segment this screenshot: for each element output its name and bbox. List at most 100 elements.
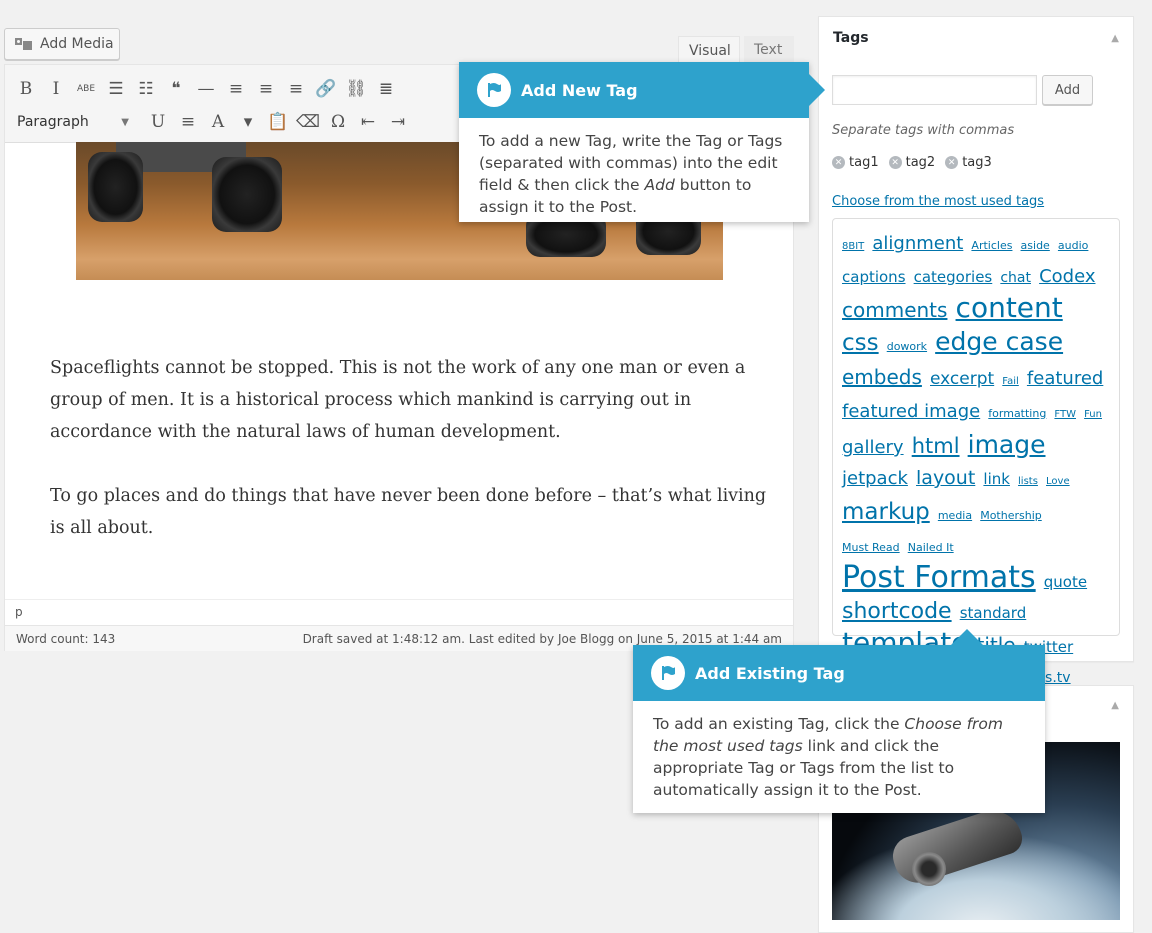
- clear-formatting-button[interactable]: ⌫: [293, 109, 323, 135]
- tag-chip: ✕ tag1: [832, 155, 879, 170]
- tab-text[interactable]: Text: [744, 36, 794, 64]
- tag-cloud-link[interactable]: comments: [842, 298, 947, 322]
- collapse-toggle-icon[interactable]: ▲: [1111, 700, 1119, 711]
- tag-cloud-link[interactable]: Fail: [1002, 376, 1019, 387]
- tag-cloud-link[interactable]: quote: [1044, 573, 1087, 591]
- remove-tag-icon[interactable]: ✕: [832, 156, 845, 169]
- italic-button[interactable]: I: [41, 76, 71, 102]
- callout-text: To add an existing Tag, click the: [653, 715, 900, 733]
- tag-cloud-link[interactable]: shortcode: [842, 599, 952, 624]
- callout-add-existing-tag: Add Existing Tag To add an existing Tag,…: [633, 629, 1045, 813]
- tag-cloud-link[interactable]: categories: [914, 268, 993, 286]
- tag-cloud: 8BIT alignment Articles aside audio capt…: [832, 218, 1120, 687]
- tag-cloud-link[interactable]: Must Read: [842, 541, 900, 554]
- tag-cloud-link[interactable]: jetpack: [842, 468, 908, 489]
- special-character-button[interactable]: Ω: [323, 109, 353, 135]
- post-paragraph[interactable]: To go places and do things that have nev…: [50, 480, 770, 544]
- element-path[interactable]: p: [5, 599, 793, 625]
- tag-cloud-link[interactable]: html: [912, 434, 960, 458]
- more-tag-button[interactable]: ≣: [371, 76, 401, 102]
- tag-cloud-link[interactable]: markup: [842, 499, 930, 525]
- outdent-button[interactable]: ⇤: [353, 109, 383, 135]
- horizontal-line-button[interactable]: —: [191, 76, 221, 102]
- tag-cloud-link[interactable]: edge case: [935, 327, 1063, 356]
- toolbar-row-1: B I ABE ☰ ☷ ❝ — ≡ ≡ ≡ 🔗 ⛓ ≣: [11, 74, 401, 104]
- tag-cloud-link[interactable]: Articles: [971, 239, 1012, 252]
- remove-tag-icon[interactable]: ✕: [945, 156, 959, 169]
- tag-cloud-link[interactable]: featured: [1027, 368, 1103, 389]
- tag-cloud-link[interactable]: link: [983, 470, 1010, 488]
- remove-link-button[interactable]: ⛓: [341, 76, 371, 102]
- numbered-list-button[interactable]: ☷: [131, 76, 161, 102]
- tag-cloud-link[interactable]: FTW: [1054, 409, 1076, 420]
- underline-button[interactable]: U: [143, 109, 173, 135]
- word-count: Word count: 143: [16, 631, 116, 646]
- tag-cloud-link[interactable]: embeds: [842, 365, 922, 389]
- flag-icon: [651, 656, 685, 690]
- tag-cloud-link[interactable]: formatting: [988, 407, 1046, 420]
- media-icon: [14, 36, 34, 52]
- chevron-down-icon: ▼: [121, 116, 129, 128]
- tag-cloud-link[interactable]: image: [968, 430, 1046, 459]
- insert-link-button[interactable]: 🔗: [311, 76, 341, 102]
- flag-icon: [477, 73, 511, 107]
- tag-cloud-link[interactable]: captions: [842, 268, 906, 286]
- tags-metabox-title: Tags: [833, 30, 869, 46]
- tag-cloud-link[interactable]: chat: [1000, 270, 1031, 286]
- add-media-button[interactable]: Add Media: [4, 28, 120, 60]
- tag-cloud-link[interactable]: Mothership: [980, 509, 1042, 522]
- add-tag-button[interactable]: Add: [1042, 75, 1093, 105]
- paragraph-format-select[interactable]: Paragraph ▼: [11, 109, 137, 135]
- indent-button[interactable]: ⇥: [383, 109, 413, 135]
- new-tag-input[interactable]: [832, 75, 1037, 105]
- callout-add-new-tag: Add New Tag To add a new Tag, write the …: [459, 62, 825, 222]
- tag-cloud-link[interactable]: audio: [1058, 239, 1088, 252]
- align-right-button[interactable]: ≡: [281, 76, 311, 102]
- tag-cloud-link[interactable]: standard: [960, 604, 1027, 622]
- tag-cloud-link[interactable]: dowork: [887, 340, 927, 353]
- tag-cloud-link[interactable]: content: [956, 291, 1063, 324]
- callout-pointer: [809, 74, 825, 106]
- callout-title: Add Existing Tag: [695, 663, 845, 683]
- justify-button[interactable]: ≡: [173, 109, 203, 135]
- tag-label: tag1: [849, 155, 879, 170]
- format-select-value: Paragraph: [17, 114, 89, 130]
- choose-most-used-tags-link[interactable]: Choose from the most used tags: [832, 194, 1044, 209]
- draft-status: Draft saved at 1:48:12 am. Last edited b…: [302, 631, 782, 646]
- blockquote-button[interactable]: ❝: [161, 76, 191, 102]
- tags-metabox-header[interactable]: Tags ▲: [819, 17, 1133, 59]
- tag-chip: ✕ tag2: [888, 155, 935, 170]
- tag-cloud-link[interactable]: css: [842, 330, 879, 356]
- toolbar-row-2: Paragraph ▼ U ≡ A ▾ 📋 ⌫ Ω ⇤ ⇥: [11, 107, 413, 137]
- callout-emphasis: Add: [644, 176, 675, 194]
- tab-visual[interactable]: Visual: [678, 36, 740, 64]
- tag-cloud-link[interactable]: lists: [1018, 476, 1038, 487]
- align-center-button[interactable]: ≡: [251, 76, 281, 102]
- tag-cloud-link[interactable]: Fun: [1084, 409, 1102, 420]
- tag-cloud-link[interactable]: excerpt: [930, 369, 994, 389]
- bulleted-list-button[interactable]: ☰: [101, 76, 131, 102]
- add-media-label: Add Media: [40, 36, 114, 52]
- tag-cloud-link[interactable]: gallery: [842, 437, 904, 458]
- tag-cloud-link[interactable]: aside: [1021, 239, 1050, 252]
- align-left-button[interactable]: ≡: [221, 76, 251, 102]
- current-tags: ✕ tag1 ✕ tag2 ✕ tag3: [832, 155, 992, 170]
- bold-button[interactable]: B: [11, 76, 41, 102]
- tag-cloud-link[interactable]: alignment: [872, 233, 963, 254]
- tag-cloud-link[interactable]: featured image: [842, 401, 980, 422]
- tag-cloud-link[interactable]: layout: [916, 467, 975, 489]
- paste-as-text-button[interactable]: 📋: [263, 109, 293, 135]
- tag-cloud-link[interactable]: Nailed It: [908, 541, 954, 554]
- text-color-button[interactable]: A: [203, 109, 233, 135]
- callout-body: To add an existing Tag, click the Choose…: [633, 701, 1045, 801]
- post-paragraph[interactable]: Spaceflights cannot be stopped. This is …: [50, 352, 770, 448]
- text-color-caret[interactable]: ▾: [233, 109, 263, 135]
- tag-cloud-link[interactable]: Love: [1046, 476, 1070, 487]
- tag-cloud-link[interactable]: Codex: [1039, 266, 1095, 287]
- tag-cloud-link[interactable]: Post Formats: [842, 560, 1036, 595]
- tag-cloud-link[interactable]: 8BIT: [842, 241, 864, 252]
- remove-tag-icon[interactable]: ✕: [888, 156, 902, 169]
- tag-cloud-link[interactable]: media: [938, 509, 972, 522]
- strikethrough-button[interactable]: ABE: [71, 76, 101, 102]
- collapse-toggle-icon[interactable]: ▲: [1111, 33, 1119, 44]
